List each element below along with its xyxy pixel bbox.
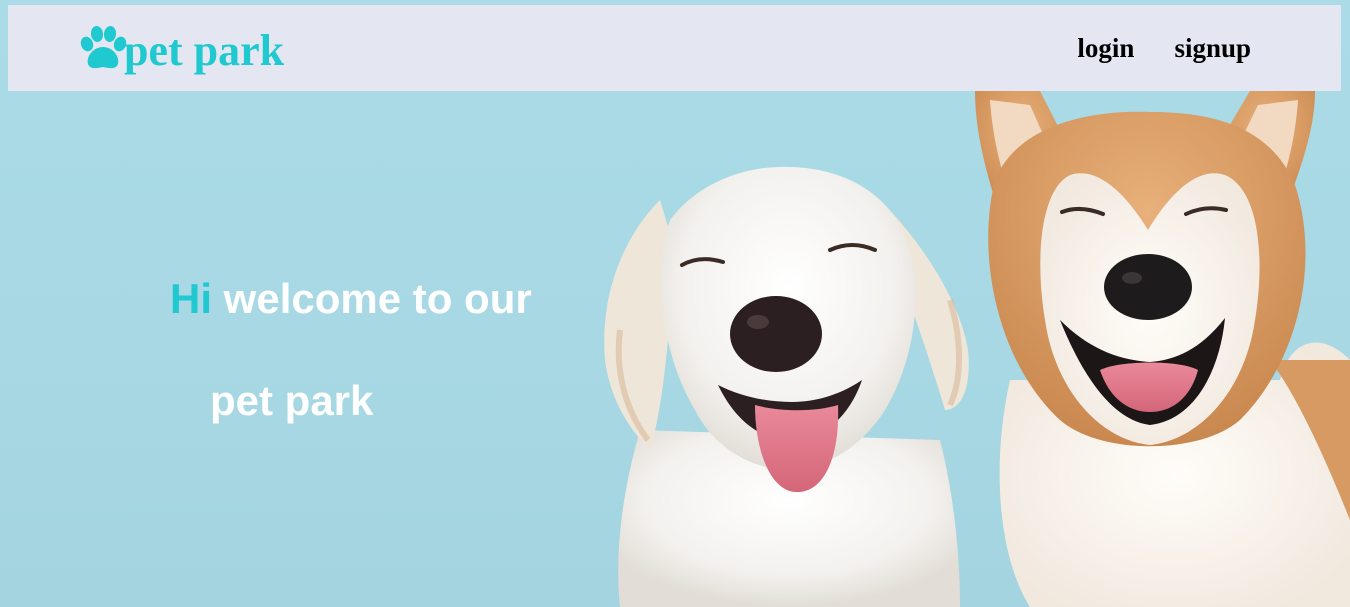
nav-links: login signup: [1077, 33, 1251, 64]
login-link[interactable]: login: [1077, 33, 1134, 64]
brand-name: pet park: [124, 26, 285, 75]
signup-link[interactable]: signup: [1174, 33, 1251, 64]
paw-icon: [80, 26, 127, 69]
white-dog: [604, 166, 969, 607]
landing-page: pet park login signup Hi welcome to our …: [0, 0, 1350, 607]
brand-logo-link[interactable]: pet park: [78, 23, 284, 73]
top-navbar: pet park login signup: [8, 5, 1341, 91]
two-smiling-dogs-photo: [604, 91, 1350, 607]
akita-dog: [975, 91, 1350, 607]
